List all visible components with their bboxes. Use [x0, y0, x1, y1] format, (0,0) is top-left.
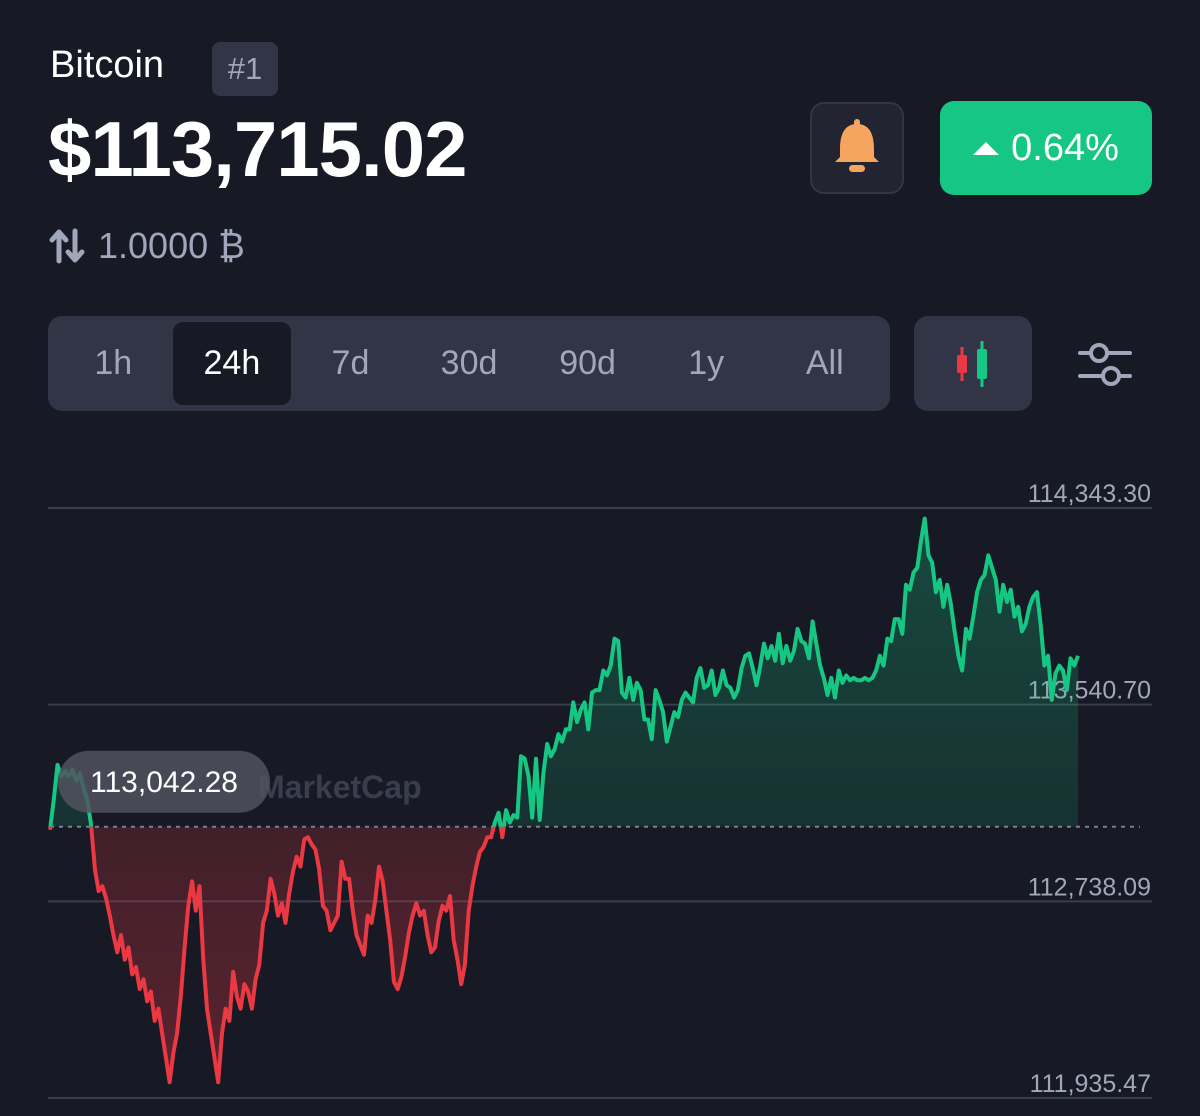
chart-watermark: MarketCap [258, 769, 422, 805]
baseline-pill: 113,042.28 [58, 750, 270, 813]
chart-settings-button[interactable] [1078, 340, 1132, 388]
baseline-label: 113,042.28 [90, 766, 238, 799]
rank-badge: #1 [212, 42, 278, 96]
price-display: $113,715.02 [48, 105, 467, 193]
tab-7d[interactable]: 7d [291, 322, 410, 405]
sliders-icon [1078, 343, 1132, 386]
chart-type-button[interactable] [914, 316, 1032, 411]
conversion-value: 1.0000 ₿ [98, 225, 245, 266]
price-alert-button[interactable] [810, 102, 904, 194]
y-tick-label: 114,343.30 [1028, 480, 1151, 508]
time-range-tabs: 1h 24h 7d 30d 90d 1y All [48, 316, 890, 411]
y-tick-label: 111,935.47 [1030, 1070, 1151, 1098]
tab-1y[interactable]: 1y [647, 322, 766, 405]
caret-up-icon [973, 141, 1000, 155]
candlestick-icon [957, 340, 987, 387]
conversion-row[interactable]: 1.0000 ₿ [48, 225, 245, 267]
tab-all[interactable]: All [765, 322, 884, 405]
tab-24h[interactable]: 24h [172, 322, 292, 405]
tab-90d[interactable]: 90d [528, 322, 647, 405]
price-chart[interactable]: 114,343.30113,540.70112,738.09111,935.47… [0, 470, 1200, 1116]
tab-30d[interactable]: 30d [410, 322, 529, 405]
price-change-value: 0.64% [1011, 126, 1119, 169]
bell-icon [835, 119, 879, 172]
price-change-badge: 0.64% [940, 101, 1152, 195]
tab-1h[interactable]: 1h [54, 322, 173, 405]
coin-name: Bitcoin [50, 44, 165, 86]
swap-vertical-icon [49, 228, 85, 264]
y-tick-label: 112,738.09 [1028, 873, 1151, 901]
